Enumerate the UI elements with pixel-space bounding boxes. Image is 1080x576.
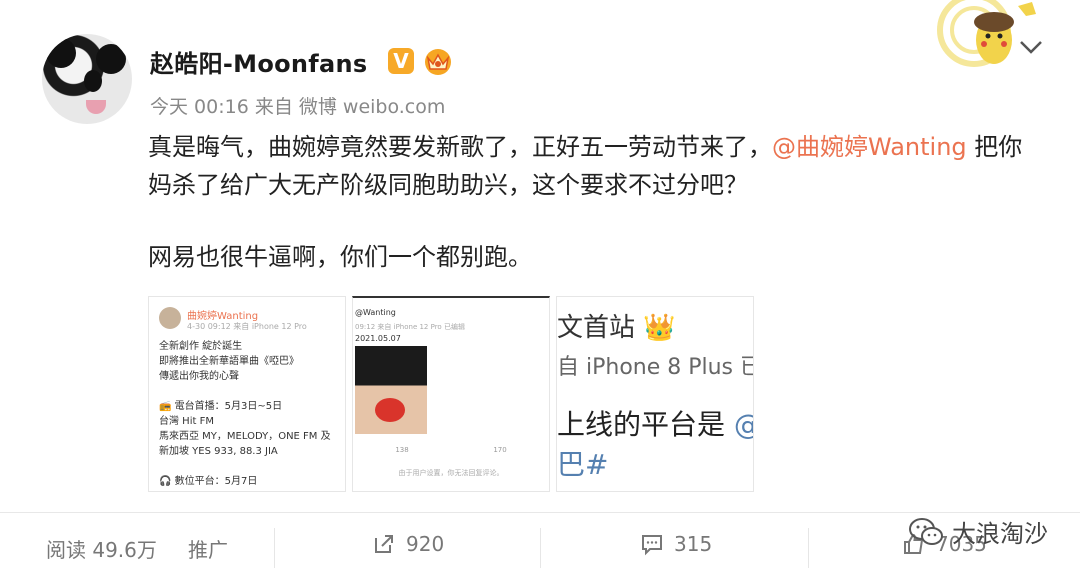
thumb-line: 即將推出全新華語單曲《啞巴》 xyxy=(159,356,299,367)
image-thumbnail-1[interactable]: 曲婉婷Wanting 4-30 09:12 来自 iPhone 12 Pro 全… xyxy=(148,296,346,492)
thumb-row2: 自 iPhone 8 Plus 已 xyxy=(557,355,754,380)
weibo-post-card: 赵皓阳-Moonfans V 今天 00:16 来自 微博 weibo.com … xyxy=(0,0,1080,576)
post-text-part1: 真是晦气，曲婉婷竟然要发新歌了，正好五一劳动节来了， xyxy=(148,133,772,161)
thumb-date: 2021.05.07 xyxy=(355,334,401,343)
thumb-line xyxy=(159,459,341,474)
thumb-body: 全新創作 綻於誕生 即將推出全新華語單曲《啞巴》 傳遞出你我的心聲 📻 電台首播… xyxy=(159,339,341,489)
mention-link[interactable]: @曲婉婷Wanting xyxy=(772,133,967,161)
image-thumbnail-3[interactable]: 文首站 👑 自 iPhone 8 Plus 已 上线的平台是 @ 巴# xyxy=(556,296,754,492)
watermark: 大浪淘沙 xyxy=(908,514,1048,549)
thumb-line: 全新創作 綻於誕生 xyxy=(159,341,243,352)
thumb-header: @Wanting xyxy=(355,308,396,317)
thumb-count-right: 170 xyxy=(493,446,507,454)
comment-icon xyxy=(642,535,662,556)
thumb-author-name: 曲婉婷Wanting xyxy=(187,311,259,322)
promote-button[interactable]: 推广 xyxy=(188,534,228,563)
crown-emoji-icon: 👑 xyxy=(643,313,676,343)
footer-divider xyxy=(0,512,1080,513)
comment-button[interactable]: 315 xyxy=(640,532,712,556)
post-meta: 今天 00:16 来自 微博 weibo.com xyxy=(150,96,446,118)
thumb-notice: 由于用户设置，你无法回复评论。 xyxy=(398,469,504,477)
thumb-avatar xyxy=(159,307,181,329)
comment-count: 315 xyxy=(674,532,713,556)
thumb-line: 馬來西亞 MY，MELODY，ONE FM 及 xyxy=(159,431,331,442)
repost-button[interactable]: 920 xyxy=(372,532,444,556)
thumb-header-meta: 09:12 来自 iPhone 12 Pro 已编辑 xyxy=(355,323,465,331)
author-avatar[interactable] xyxy=(42,34,132,124)
watermark-text: 大浪淘沙 xyxy=(952,520,1048,548)
repost-count: 920 xyxy=(406,532,445,556)
post-text-para2: 网易也很牛逼啊，你们一个都别跑。 xyxy=(148,243,532,271)
vip-crown-icon xyxy=(425,49,451,75)
thumb-line: 台灣 Hit FM xyxy=(159,416,214,427)
portrait-photo xyxy=(355,346,427,434)
thumb-line: 傳遞出你我的心聲 xyxy=(159,371,239,382)
footer-separator xyxy=(540,528,541,568)
verified-v-icon: V xyxy=(388,48,414,74)
thumb-line: 🎧 數位平台：5月7日 xyxy=(159,476,258,487)
wechat-icon xyxy=(909,517,943,545)
thumb-row4: 巴# xyxy=(557,448,609,481)
footer-separator xyxy=(808,528,809,568)
thumb-line xyxy=(159,384,341,399)
author-name[interactable]: 赵皓阳-Moonfans xyxy=(150,44,368,79)
thumb-line: 📻 電台首播：5月3日~5日 xyxy=(159,401,283,412)
thumb-count-left: 138 xyxy=(395,446,409,454)
image-thumbnail-2[interactable]: @Wanting 09:12 来自 iPhone 12 Pro 已编辑 2021… xyxy=(352,296,550,492)
thumb-row1: 文首站 👑 xyxy=(557,313,676,343)
chevron-down-icon[interactable] xyxy=(1018,36,1044,60)
thumb-row3: 上线的平台是 @ xyxy=(557,408,753,441)
thumb-line: 新加坡 YES 933, 88.3 JIA xyxy=(159,446,278,457)
repost-icon xyxy=(375,535,393,553)
read-count: 阅读 49.6万 xyxy=(46,538,157,562)
post-text: 真是晦气，曲婉婷竟然要发新歌了，正好五一劳动节来了，@曲婉婷Wanting 把你… xyxy=(148,128,1028,276)
footer-separator xyxy=(274,528,275,568)
thumb-counts: 138 170 xyxy=(353,446,549,454)
thumb-meta: 4-30 09:12 来自 iPhone 12 Pro xyxy=(187,322,307,331)
